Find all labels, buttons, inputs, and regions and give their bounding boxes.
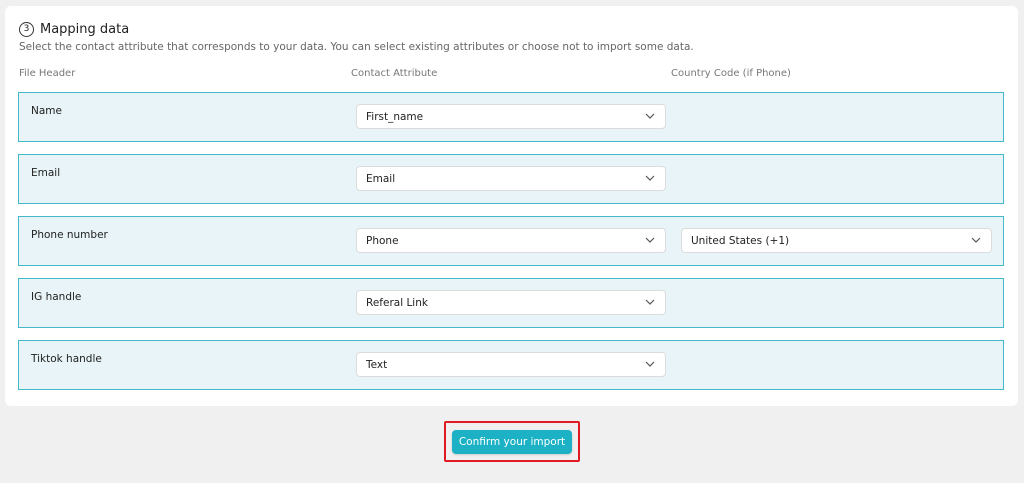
chevron-down-icon: [645, 237, 655, 243]
mapping-row-ig-handle: IG handle Referal Link: [18, 278, 1004, 328]
contact-attribute-select[interactable]: Phone: [356, 228, 666, 253]
mapping-data-card: 3 Mapping data Select the contact attrib…: [5, 6, 1018, 406]
row-file-header: Phone number: [31, 229, 108, 241]
section-title: Mapping data: [40, 21, 130, 37]
section-subtitle: Select the contact attribute that corres…: [19, 41, 694, 53]
country-code-select[interactable]: United States (+1): [681, 228, 992, 253]
mapping-row-name: Name First_name: [18, 92, 1004, 142]
row-file-header: IG handle: [31, 291, 82, 303]
confirm-import-button[interactable]: Confirm your import: [452, 430, 572, 454]
select-value: First_name: [366, 110, 424, 123]
select-value: Text: [366, 358, 388, 371]
row-file-header: Tiktok handle: [31, 353, 102, 365]
step-number-icon: 3: [19, 21, 34, 37]
mapping-row-phone-number: Phone number Phone United States (+1): [18, 216, 1004, 266]
select-value: Referal Link: [366, 296, 428, 309]
row-file-header: Name: [31, 105, 62, 117]
column-header-country-code: Country Code (if Phone): [671, 68, 791, 79]
chevron-down-icon: [645, 113, 655, 119]
chevron-down-icon: [645, 175, 655, 181]
chevron-down-icon: [645, 299, 655, 305]
mapping-row-email: Email Email: [18, 154, 1004, 204]
mapping-row-tiktok-handle: Tiktok handle Text: [18, 340, 1004, 390]
row-file-header: Email: [31, 167, 61, 179]
column-header-file-header: File Header: [19, 68, 76, 79]
contact-attribute-select[interactable]: Email: [356, 166, 666, 191]
confirm-highlight-outline: Confirm your import: [444, 421, 580, 462]
select-value: Email: [366, 172, 396, 185]
chevron-down-icon: [971, 237, 981, 243]
contact-attribute-select[interactable]: Referal Link: [356, 290, 666, 315]
select-value: United States (+1): [691, 234, 790, 247]
contact-attribute-select[interactable]: Text: [356, 352, 666, 377]
column-header-contact-attribute: Contact Attribute: [351, 68, 438, 79]
contact-attribute-select[interactable]: First_name: [356, 104, 666, 129]
select-value: Phone: [366, 234, 399, 247]
section-header: 3 Mapping data: [19, 20, 129, 38]
chevron-down-icon: [645, 361, 655, 367]
